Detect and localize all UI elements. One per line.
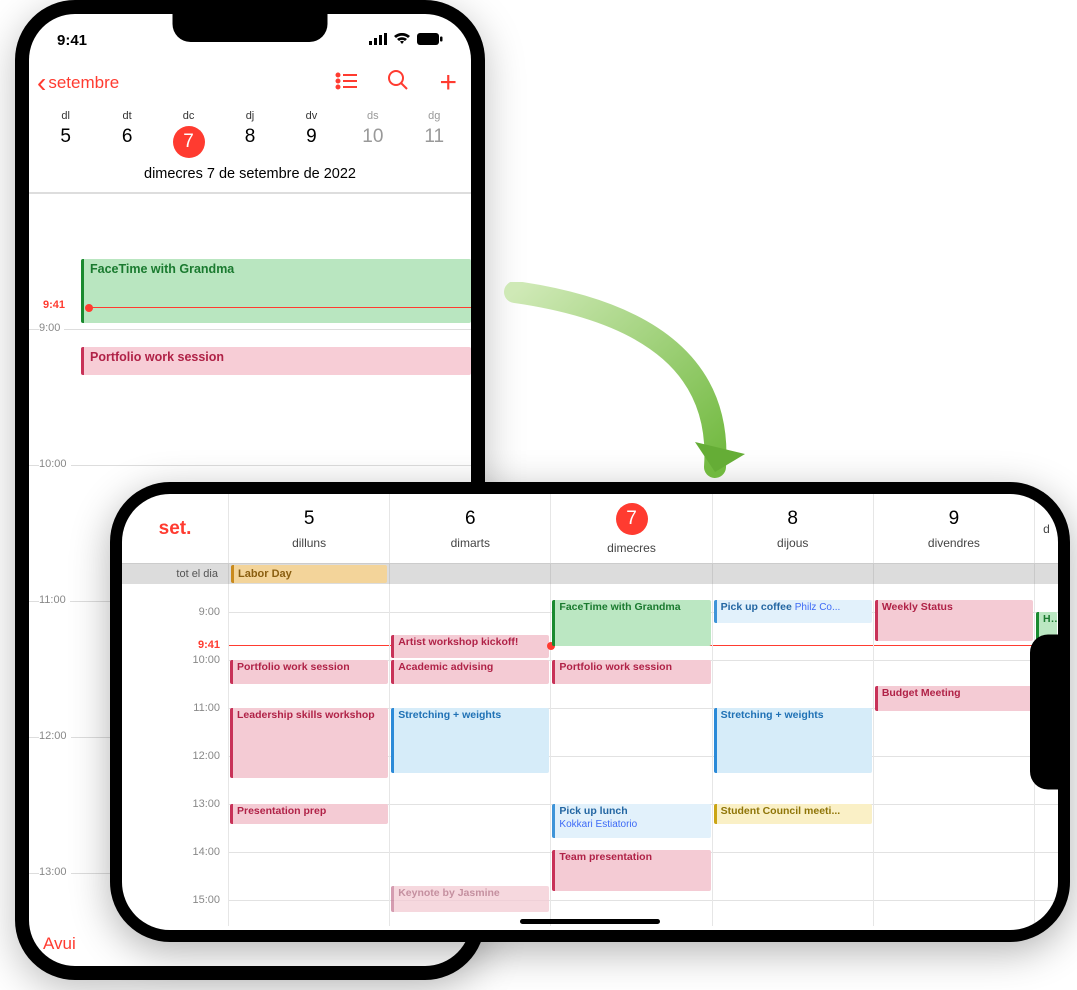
date-picker: 5 6 7 8 9 10 11 — [29, 122, 471, 160]
weekday: dl — [35, 110, 96, 122]
status-icons — [369, 32, 443, 49]
hour-label: 10:00 — [39, 458, 71, 470]
allday-cell[interactable] — [1034, 564, 1058, 584]
date-cell[interactable]: 6 — [96, 126, 157, 158]
month-label[interactable]: set. — [122, 494, 228, 563]
now-time-label: 9:41 — [198, 639, 220, 651]
back-button[interactable]: ‹ setembre — [37, 67, 119, 99]
battery-icon — [417, 32, 443, 49]
date-title: dimecres 7 de setembre de 2022 — [29, 160, 471, 193]
allday-event[interactable]: Labor Day — [231, 565, 387, 583]
event[interactable]: Portfolio work session — [552, 660, 710, 684]
allday-cell[interactable] — [550, 564, 711, 584]
hour-label: 11:00 — [39, 594, 70, 606]
allday-cell[interactable] — [389, 564, 550, 584]
hour-label: 13:00 — [192, 798, 220, 810]
allday-cell[interactable]: Labor Day — [228, 564, 389, 584]
event[interactable]: Weekly Status — [875, 600, 1033, 641]
hour-label: 13:00 — [39, 866, 71, 878]
toolbar: ‹ setembre + — [29, 58, 471, 106]
date-cell[interactable]: 5 — [35, 126, 96, 158]
hour-label: 12:00 — [39, 730, 71, 742]
date-cell[interactable]: 9 — [281, 126, 342, 158]
notch — [1030, 635, 1058, 790]
event[interactable]: Stretching + weights — [714, 708, 872, 773]
status-time: 9:41 — [57, 32, 87, 49]
weekday: dc — [158, 110, 219, 122]
event[interactable]: Team presentation — [552, 850, 710, 891]
day-column[interactable]: Pick up coffee Philz Co... Stretching + w… — [712, 584, 873, 926]
day-column[interactable]: FaceTime with Grandma Portfolio work sess… — [550, 584, 711, 926]
rotation-arrow — [395, 282, 755, 522]
event[interactable]: Academic advising — [391, 660, 549, 684]
weekday: dt — [96, 110, 157, 122]
event[interactable]: Pick up coffee Philz Co... — [714, 600, 872, 623]
date-cell[interactable]: 11 — [404, 126, 465, 158]
now-indicator — [874, 645, 1034, 646]
day-column[interactable]: Weekly Status Budget Meeting — [873, 584, 1034, 926]
hour-label: 12:00 — [192, 750, 220, 762]
event[interactable]: Student Council meeti... — [714, 804, 872, 824]
week-day-next[interactable]: d — [1034, 494, 1058, 563]
add-icon[interactable]: + — [439, 66, 457, 100]
cell-signal-icon — [369, 32, 387, 49]
hour-label: 10:00 — [192, 654, 220, 666]
weekday: ds — [342, 110, 403, 122]
event[interactable]: Pick up lunchKokkari Estiatorio — [552, 804, 710, 838]
landscape-phone: set. 5 dilluns 6 dimarts 7 dimecres 8 di… — [110, 482, 1070, 942]
time-gutter: 9:00 10:00 11:00 12:00 13:00 14:00 15:00 9:41 — [122, 584, 228, 926]
date-cell[interactable]: 8 — [219, 126, 280, 158]
now-indicator — [229, 645, 389, 646]
event[interactable]: Keynote by Jasmine — [391, 886, 549, 913]
hour-label: 14:00 — [192, 846, 220, 858]
allday-cell[interactable] — [712, 564, 873, 584]
allday-label: tot el dia — [122, 564, 228, 584]
landscape-screen: set. 5 dilluns 6 dimarts 7 dimecres 8 di… — [122, 494, 1058, 930]
today-button[interactable]: Avui — [43, 934, 76, 954]
weekday: dj — [219, 110, 280, 122]
date-cell[interactable]: 10 — [342, 126, 403, 158]
home-indicator[interactable] — [520, 919, 660, 924]
week-body[interactable]: 9:00 10:00 11:00 12:00 13:00 14:00 15:00 9:41 P… — [122, 584, 1058, 926]
day-column[interactable]: Artist workshop kickoff!Academic advisin… — [389, 584, 550, 926]
weekday-header: dl dt dc dj dv ds dg — [29, 106, 471, 122]
hour-label: 9:00 — [39, 322, 64, 334]
allday-row: tot el dia Labor Day — [122, 564, 1058, 584]
day-column[interactable]: Portfolio work session Leadership skills … — [228, 584, 389, 926]
hour-label: 15:00 — [192, 894, 220, 906]
weekday: dv — [281, 110, 342, 122]
event[interactable]: Leadership skills workshop — [230, 708, 388, 778]
week-day[interactable]: 5 dilluns — [228, 494, 389, 563]
wifi-icon — [393, 32, 411, 49]
date-cell-selected[interactable]: 7 — [158, 126, 219, 158]
list-icon[interactable] — [335, 70, 357, 96]
back-label: setembre — [48, 73, 119, 93]
event[interactable]: FaceTime with Grandma — [552, 600, 710, 646]
weekday: dg — [404, 110, 465, 122]
hour-label: 9:00 — [199, 606, 220, 618]
week-day[interactable]: 9 divendres — [873, 494, 1034, 563]
chevron-left-icon: ‹ — [37, 67, 46, 99]
now-indicator — [713, 645, 873, 646]
notch — [173, 14, 328, 42]
event[interactable]: Portfolio work session — [230, 660, 388, 684]
search-icon[interactable] — [387, 69, 409, 97]
event[interactable]: Budget Meeting — [875, 686, 1033, 710]
hour-label: 11:00 — [193, 702, 220, 714]
event[interactable]: Artist workshop kickoff! — [391, 635, 549, 658]
allday-cell[interactable] — [873, 564, 1034, 584]
event[interactable]: Stretching + weights — [391, 708, 549, 773]
event[interactable]: Presentation prep — [230, 804, 388, 824]
